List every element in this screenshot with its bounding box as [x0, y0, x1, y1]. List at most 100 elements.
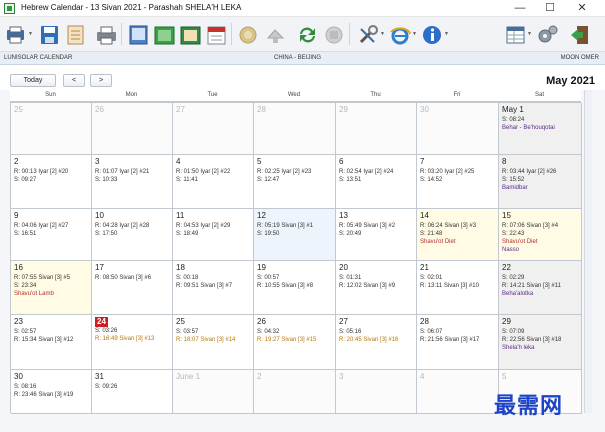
calendar-day-cell[interactable]: 4	[417, 370, 499, 414]
save-icon	[41, 26, 58, 44]
close-button[interactable]: ✕	[568, 1, 596, 16]
moon-time-text: S: 23:34	[14, 283, 37, 289]
location-label: CHINA - BEIJING	[274, 55, 322, 61]
day-number: 11	[176, 211, 185, 220]
calendar-day-cell[interactable]: 2	[254, 370, 336, 414]
calendar-day-cell[interactable]: 27	[173, 103, 254, 155]
calendar-day-cell[interactable]: 26 S: 04:32 R: 19:27 Sivan [3] #15	[254, 315, 336, 370]
table-view-button[interactable]	[503, 23, 526, 45]
minimize-button[interactable]: —	[506, 1, 534, 16]
lamp-button[interactable]	[263, 23, 286, 45]
calendar-day-cell[interactable]: 27 S: 05:16 R: 20:45 Sivan [3] #16	[336, 315, 417, 370]
calendar-day-cell[interactable]: 7 R: 03:20 Iyar [2] #25 S: 14:52	[417, 155, 499, 209]
calendar-event[interactable]: Bamidbar	[502, 184, 578, 192]
calendar-day-cell[interactable]: 17 R: 08:50 Sivan [3] #6	[92, 261, 173, 315]
moon-time-text: R: 05:19 Sivan [3] #1	[257, 223, 314, 229]
day-number: 18	[176, 263, 185, 272]
calendar-day-cell[interactable]: 16 R: 07:55 Sivan [3] #5 S: 23:34 Shavu'ot …	[11, 261, 92, 315]
calendar-day-cell[interactable]: 15 R: 07:06 Sivan [3] #4 S: 22:43 Shavu'ot …	[499, 209, 582, 261]
day-number: 5	[257, 157, 262, 166]
day-number: 25	[176, 317, 185, 326]
calendar-page-button[interactable]	[204, 23, 227, 45]
stop-button[interactable]	[322, 23, 345, 45]
print-button[interactable]	[94, 23, 117, 45]
calendar-day-cell[interactable]: 25	[11, 103, 92, 155]
open-file-icon	[67, 25, 84, 45]
print-preview-dropdown[interactable]: ▼	[28, 32, 33, 37]
calendar-event[interactable]: Beha'alotka	[502, 290, 578, 298]
moon-time-text: R: 04:53 Iyar [2] #29	[176, 223, 231, 229]
calendar-day-cell[interactable]: 19 S: 00:57 R: 10:55 Sivan [3] #8	[254, 261, 336, 315]
moon-time-text: R: 22:56 Sivan [3] #18	[502, 337, 562, 343]
tan-calendar-icon	[180, 26, 201, 45]
calendar-event[interactable]: Behar - Be'houqotai	[502, 124, 578, 132]
calendar-day-cell[interactable]: 3	[336, 370, 417, 414]
web-button[interactable]	[388, 23, 411, 45]
calendar-day-cell[interactable]: 28 S: 06:07 R: 21:56 Sivan [3] #17	[417, 315, 499, 370]
tools-dropdown[interactable]: ▼	[380, 32, 385, 37]
calendar-day-cell[interactable]: May 1 S: 08:24 Behar - Be'houqotai	[499, 103, 582, 155]
calendar-day-cell[interactable]: 31 S: 09:26	[92, 370, 173, 414]
calendar-day-cell[interactable]: 28	[254, 103, 336, 155]
print-preview-button[interactable]	[4, 23, 27, 45]
calendar-day-cell[interactable]: 22 S: 02:29 R: 14:21 Sivan [3] #11 Beha'alo…	[499, 261, 582, 315]
calendar-day-cell[interactable]: 25 S: 03:57 R: 18:07 Sivan [3] #14	[173, 315, 254, 370]
calendar-day-cell[interactable]: 11 R: 04:53 Iyar [2] #29 S: 18:49	[173, 209, 254, 261]
calendar-day-cell[interactable]: 8 R: 03:44 Iyar [2] #26 S: 15:52 Bamidbar	[499, 155, 582, 209]
info-dropdown[interactable]: ▼	[444, 32, 449, 37]
info-button[interactable]	[420, 23, 443, 45]
calendar-day-cell[interactable]: June 1	[173, 370, 254, 414]
calendar-day-cell[interactable]: 4 R: 01:50 Iyar [2] #22 S: 11:41	[173, 155, 254, 209]
calendar-day-cell[interactable]: 23 S: 02:57 R: 15:34 Sivan [3] #12	[11, 315, 92, 370]
vertical-scrollbar[interactable]	[584, 90, 592, 413]
calendar-day-cell[interactable]: 30	[417, 103, 499, 155]
calendar-day-cell[interactable]: 24 S: 03:26 R: 16:49 Sivan [3] #13	[92, 315, 173, 370]
calendar-event[interactable]: R: 18:07 Sivan [3] #14	[176, 336, 250, 344]
calendar-day-cell[interactable]: 12 R: 05:19 Sivan [3] #1 S: 19:50	[254, 209, 336, 261]
tablet-button[interactable]	[126, 23, 149, 45]
toolbar-separator	[121, 23, 122, 45]
save-button[interactable]	[37, 23, 60, 45]
tan-calendar-button[interactable]	[178, 23, 201, 45]
calendar-event[interactable]: Nasso	[502, 246, 578, 254]
circle-button[interactable]	[236, 23, 259, 45]
moon-time-text: S: 18:49	[176, 231, 199, 237]
next-month-button[interactable]: >	[90, 74, 112, 87]
web-dropdown[interactable]: ▼	[412, 32, 417, 37]
calendar-day-cell[interactable]: 9 R: 04:06 Iyar [2] #27 S: 16:51	[11, 209, 92, 261]
table-view-dropdown[interactable]: ▼	[527, 32, 532, 37]
calendar-event[interactable]: Shavu'ot Diet	[420, 238, 495, 246]
calendar-day-cell[interactable]: 13 R: 05:49 Sivan [3] #2 S: 20:49	[336, 209, 417, 261]
calendar-event[interactable]: Shavu'ot Diet	[502, 238, 578, 246]
refresh-button[interactable]	[295, 23, 318, 45]
calendar-day-cell[interactable]: 20 S: 01:31 R: 12:02 Sivan [3] #9	[336, 261, 417, 315]
calendar-event[interactable]: R: 19:27 Sivan [3] #15	[257, 336, 332, 344]
calendar-event[interactable]: Shavu'ot Lamb	[14, 290, 88, 298]
calendar-event[interactable]: R: 16:49 Sivan [3] #13	[95, 335, 169, 343]
weekday-label: Sat	[534, 92, 544, 98]
day-number: 13	[339, 211, 348, 220]
calendar-day-cell[interactable]: 29	[336, 103, 417, 155]
maximize-button[interactable]: ☐	[536, 1, 564, 16]
moon-time-text: S: 03:57	[176, 329, 199, 335]
calendar-day-cell[interactable]: 18 S: 00:18 R: 09:51 Sivan [3] #7	[173, 261, 254, 315]
open-file-button[interactable]	[63, 23, 86, 45]
calendar-day-cell[interactable]: 6 R: 02:54 Iyar [2] #24 S: 13:51	[336, 155, 417, 209]
calendar-day-cell[interactable]: 26	[92, 103, 173, 155]
exit-button[interactable]	[567, 23, 590, 45]
green-calendar-button[interactable]	[152, 23, 175, 45]
calendar-day-cell[interactable]: 3 R: 01:07 Iyar [2] #21 S: 10:33	[92, 155, 173, 209]
calendar-day-cell[interactable]: 5 R: 02:25 Iyar [2] #23 S: 12:47	[254, 155, 336, 209]
calendar-day-cell[interactable]: 14 R: 06:24 Sivan [3] #3 S: 21:48 Shavu'ot …	[417, 209, 499, 261]
tools-button[interactable]	[356, 23, 379, 45]
calendar-day-cell[interactable]: 10 R: 04:28 Iyar [2] #28 S: 17:50	[92, 209, 173, 261]
today-button[interactable]: Today	[10, 74, 56, 87]
calendar-day-cell[interactable]: 2 R: 00:13 Iyar [2] #20 S: 09:27	[11, 155, 92, 209]
calendar-day-cell[interactable]: 30 S: 08:16 R: 23:46 Sivan [3] #19	[11, 370, 92, 414]
settings-button[interactable]	[535, 23, 558, 45]
calendar-day-cell[interactable]: 29 S: 07:09 R: 22:56 Sivan [3] #18 Shela'h …	[499, 315, 582, 370]
calendar-event[interactable]: Shela'h leka	[502, 344, 578, 352]
calendar-day-cell[interactable]: 21 S: 02:01 R: 13:11 Sivan [3] #10	[417, 261, 499, 315]
previous-month-button[interactable]: <	[63, 74, 85, 87]
calendar-event[interactable]: R: 20:45 Sivan [3] #16	[339, 336, 413, 344]
